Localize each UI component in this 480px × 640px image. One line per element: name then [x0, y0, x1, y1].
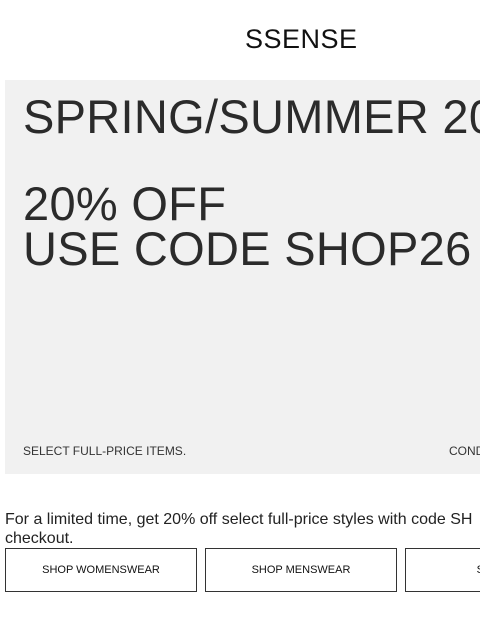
hero-season-title: SPRING/SUMMER 20	[23, 90, 480, 143]
hero-offer-heading: 20% OFF USE CODE SHOP26	[23, 177, 472, 275]
promo-hero-banner[interactable]: SPRING/SUMMER 20 20% OFF USE CODE SHOP26…	[5, 80, 480, 474]
hero-offer-code: USE CODE SHOP26	[23, 222, 472, 275]
conditions-link[interactable]: COND	[449, 444, 480, 458]
shop-menswear-button[interactable]: SHOP MENSWEAR	[205, 548, 397, 592]
hero-footnote: SELECT FULL-PRICE ITEMS.	[23, 444, 187, 458]
shop-womenswear-button[interactable]: SHOP WOMENSWEAR	[5, 548, 197, 592]
hero-offer-discount: 20% OFF	[23, 177, 227, 230]
promo-description-line-2: checkout.	[5, 530, 74, 547]
site-header: SSENSE	[0, 0, 480, 80]
shop-buttons-row: SHOP WOMENSWEAR SHOP MENSWEAR SHOP EV	[5, 548, 480, 592]
promo-description-line-1: For a limited time, get 20% off select f…	[5, 511, 473, 528]
ssense-logo[interactable]: SSENSE	[245, 24, 358, 55]
promo-description: For a limited time, get 20% off select f…	[5, 510, 480, 548]
page: SSENSE SPRING/SUMMER 20 20% OFF USE CODE…	[0, 0, 480, 640]
viewport: SSENSE SPRING/SUMMER 20 20% OFF USE CODE…	[0, 0, 480, 640]
shop-everything-button[interactable]: SHOP EV	[405, 548, 480, 592]
